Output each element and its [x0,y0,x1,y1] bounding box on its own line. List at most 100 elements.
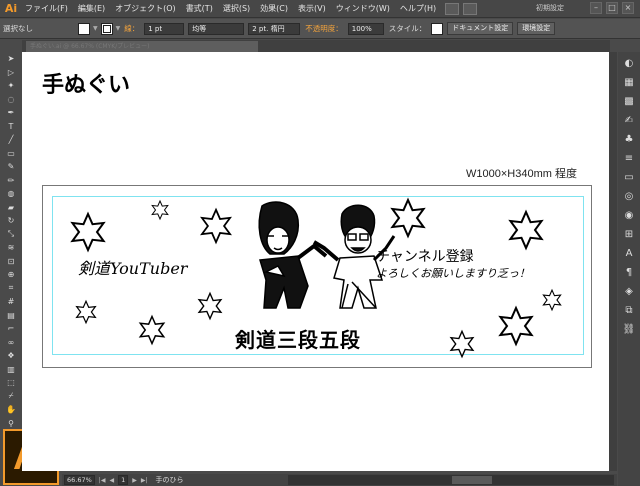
star-icon [70,211,106,253]
star-icon [498,305,534,347]
blend-icon[interactable]: ∞ [4,336,18,350]
slice-icon[interactable]: ⌿ [4,390,18,404]
swatches-icon[interactable]: ▩ [621,93,637,109]
star-icon [508,209,544,251]
mesh-icon[interactable]: # [4,295,18,309]
variable-width-profile[interactable]: 均等 [188,22,245,35]
star-icon [200,207,232,245]
rotate-icon[interactable]: ↻ [4,214,18,228]
star-icon [75,299,97,325]
scale-icon[interactable]: ⤡ [4,228,18,242]
paintbrush-icon[interactable]: ✎ [4,160,18,174]
blob-brush-icon[interactable]: ◍ [4,187,18,201]
subscribe-text: チャンネル登録 [376,249,474,265]
vertical-scrollbar[interactable] [609,52,617,471]
scrollbar-thumb[interactable] [452,476,492,484]
menu-view[interactable]: 表示(V) [293,3,331,14]
app-logo: Ai [4,2,18,15]
document-tab[interactable]: 手ぬぐい.ai @ 66.67% (CMYK/プレビュー) [26,41,258,52]
close-icon[interactable]: × [622,2,634,14]
menu-select[interactable]: 選択(S) [218,3,255,14]
fill-swatch[interactable] [78,22,90,35]
last-artboard-icon[interactable]: ▶| [139,477,150,484]
symbols-icon[interactable]: ♣ [621,131,637,147]
opacity-field[interactable]: 100% [347,22,384,35]
star-icon [390,197,426,239]
menu-edit[interactable]: 編集(E) [73,3,110,14]
maximize-icon[interactable]: □ [606,2,618,14]
magic-wand-icon[interactable]: ✦ [4,79,18,93]
workspace-switcher[interactable]: 初期設定 [536,3,564,13]
preferences-button[interactable]: 環境設定 [517,22,556,35]
graphic-styles-icon[interactable]: ⊞ [621,226,637,242]
artboards-icon[interactable]: ⧉ [621,302,637,318]
pen-icon[interactable]: ✒ [4,106,18,120]
artboard-icon[interactable]: ⬚ [4,376,18,390]
eyedropper-icon[interactable]: ⌐ [4,322,18,336]
menu-help[interactable]: ヘルプ(H) [395,3,441,14]
paragraph-icon[interactable]: ¶ [621,264,637,280]
selection-arrow-icon[interactable]: ➤ [4,52,18,66]
artboard-number-field[interactable]: 1 [118,475,129,485]
youtuber-text: 剣道YouTuber [78,259,188,278]
brush-definition[interactable]: 2 pt. 楕円 [248,22,301,35]
lasso-icon[interactable]: ◌ [4,93,18,107]
arrange-documents-icon[interactable] [463,2,478,15]
control-bar: 選択なし ▼ ▼ 線： 1 pt 均等 2 pt. 楕円 不透明度： 100% … [0,19,640,39]
next-artboard-icon[interactable]: ▶ [130,477,139,484]
hand-icon[interactable]: ✋ [4,403,18,417]
document-setup-button[interactable]: ドキュメント設定 [447,22,514,35]
appearance-icon[interactable]: ◉ [621,207,637,223]
gradient-panel-icon[interactable]: ▭ [621,169,637,185]
menu-window[interactable]: ウィンドウ(W) [331,3,395,14]
star-icon [151,199,169,221]
shape-builder-icon[interactable]: ⊕ [4,268,18,282]
bridge-icon[interactable] [445,2,460,15]
color-icon[interactable]: ◐ [621,55,637,71]
menu-object[interactable]: オブジェクト(O) [110,3,181,14]
opacity-label[interactable]: 不透明度： [302,23,346,34]
eraser-icon[interactable]: ▰ [4,201,18,215]
transparency-icon[interactable]: ◎ [621,188,637,204]
warp-icon[interactable]: ≋ [4,241,18,255]
stroke-label[interactable]: 線： [121,23,142,34]
menu-file[interactable]: ファイル(F) [20,3,73,14]
stroke-swatch[interactable] [100,22,113,35]
rectangle-icon[interactable]: ▭ [4,147,18,161]
style-label: スタイル： [388,24,427,33]
layers-icon[interactable]: ◈ [621,283,637,299]
stroke-icon[interactable]: ≡ [621,150,637,166]
free-transform-icon[interactable]: ⊡ [4,255,18,269]
pencil-icon[interactable]: ✏ [4,174,18,188]
graphic-style-swatch[interactable] [431,22,444,35]
line-icon[interactable]: ╱ [4,133,18,147]
gradient-icon[interactable]: ▤ [4,309,18,323]
artboard-canvas[interactable]: 手ぬぐい W1000×H340mm 程度 剣道YouTuber チャンネル登録 … [22,52,609,471]
minimize-icon[interactable]: – [590,2,602,14]
first-artboard-icon[interactable]: |◀ [97,477,108,484]
current-tool-label[interactable]: 手のひら [149,475,183,485]
size-label: W1000×H340mm 程度 [466,168,577,180]
zoom-icon[interactable]: ⚲ [4,417,18,431]
perspective-icon[interactable]: ⌗ [4,282,18,296]
type-icon[interactable]: T [4,120,18,134]
graph-icon[interactable]: ▥ [4,363,18,377]
stroke-weight-field[interactable]: 1 pt [144,22,185,35]
star-icon [197,291,223,321]
star-icon [542,288,562,312]
star-icon [138,314,166,346]
status-bar: 66.67% |◀ ◀ 1 ▶ ▶| 手のひら [62,474,617,486]
brushes-icon[interactable]: ✍ [621,112,637,128]
horizontal-scrollbar[interactable] [288,475,614,485]
links-icon[interactable]: ⛓ [621,321,637,337]
previous-artboard-icon[interactable]: ◀ [107,477,116,484]
chevron-down-icon[interactable]: ▼ [92,25,99,32]
menu-effect[interactable]: 効果(C) [255,3,293,14]
zoom-field[interactable]: 66.67% [64,475,95,485]
chevron-down-icon[interactable]: ▼ [115,25,122,32]
type-panel-icon[interactable]: A [621,245,637,261]
direct-selection-icon[interactable]: ▷ [4,66,18,80]
color-guide-icon[interactable]: ▦ [621,74,637,90]
symbol-sprayer-icon[interactable]: ❖ [4,349,18,363]
menu-type[interactable]: 書式(T) [181,3,218,14]
